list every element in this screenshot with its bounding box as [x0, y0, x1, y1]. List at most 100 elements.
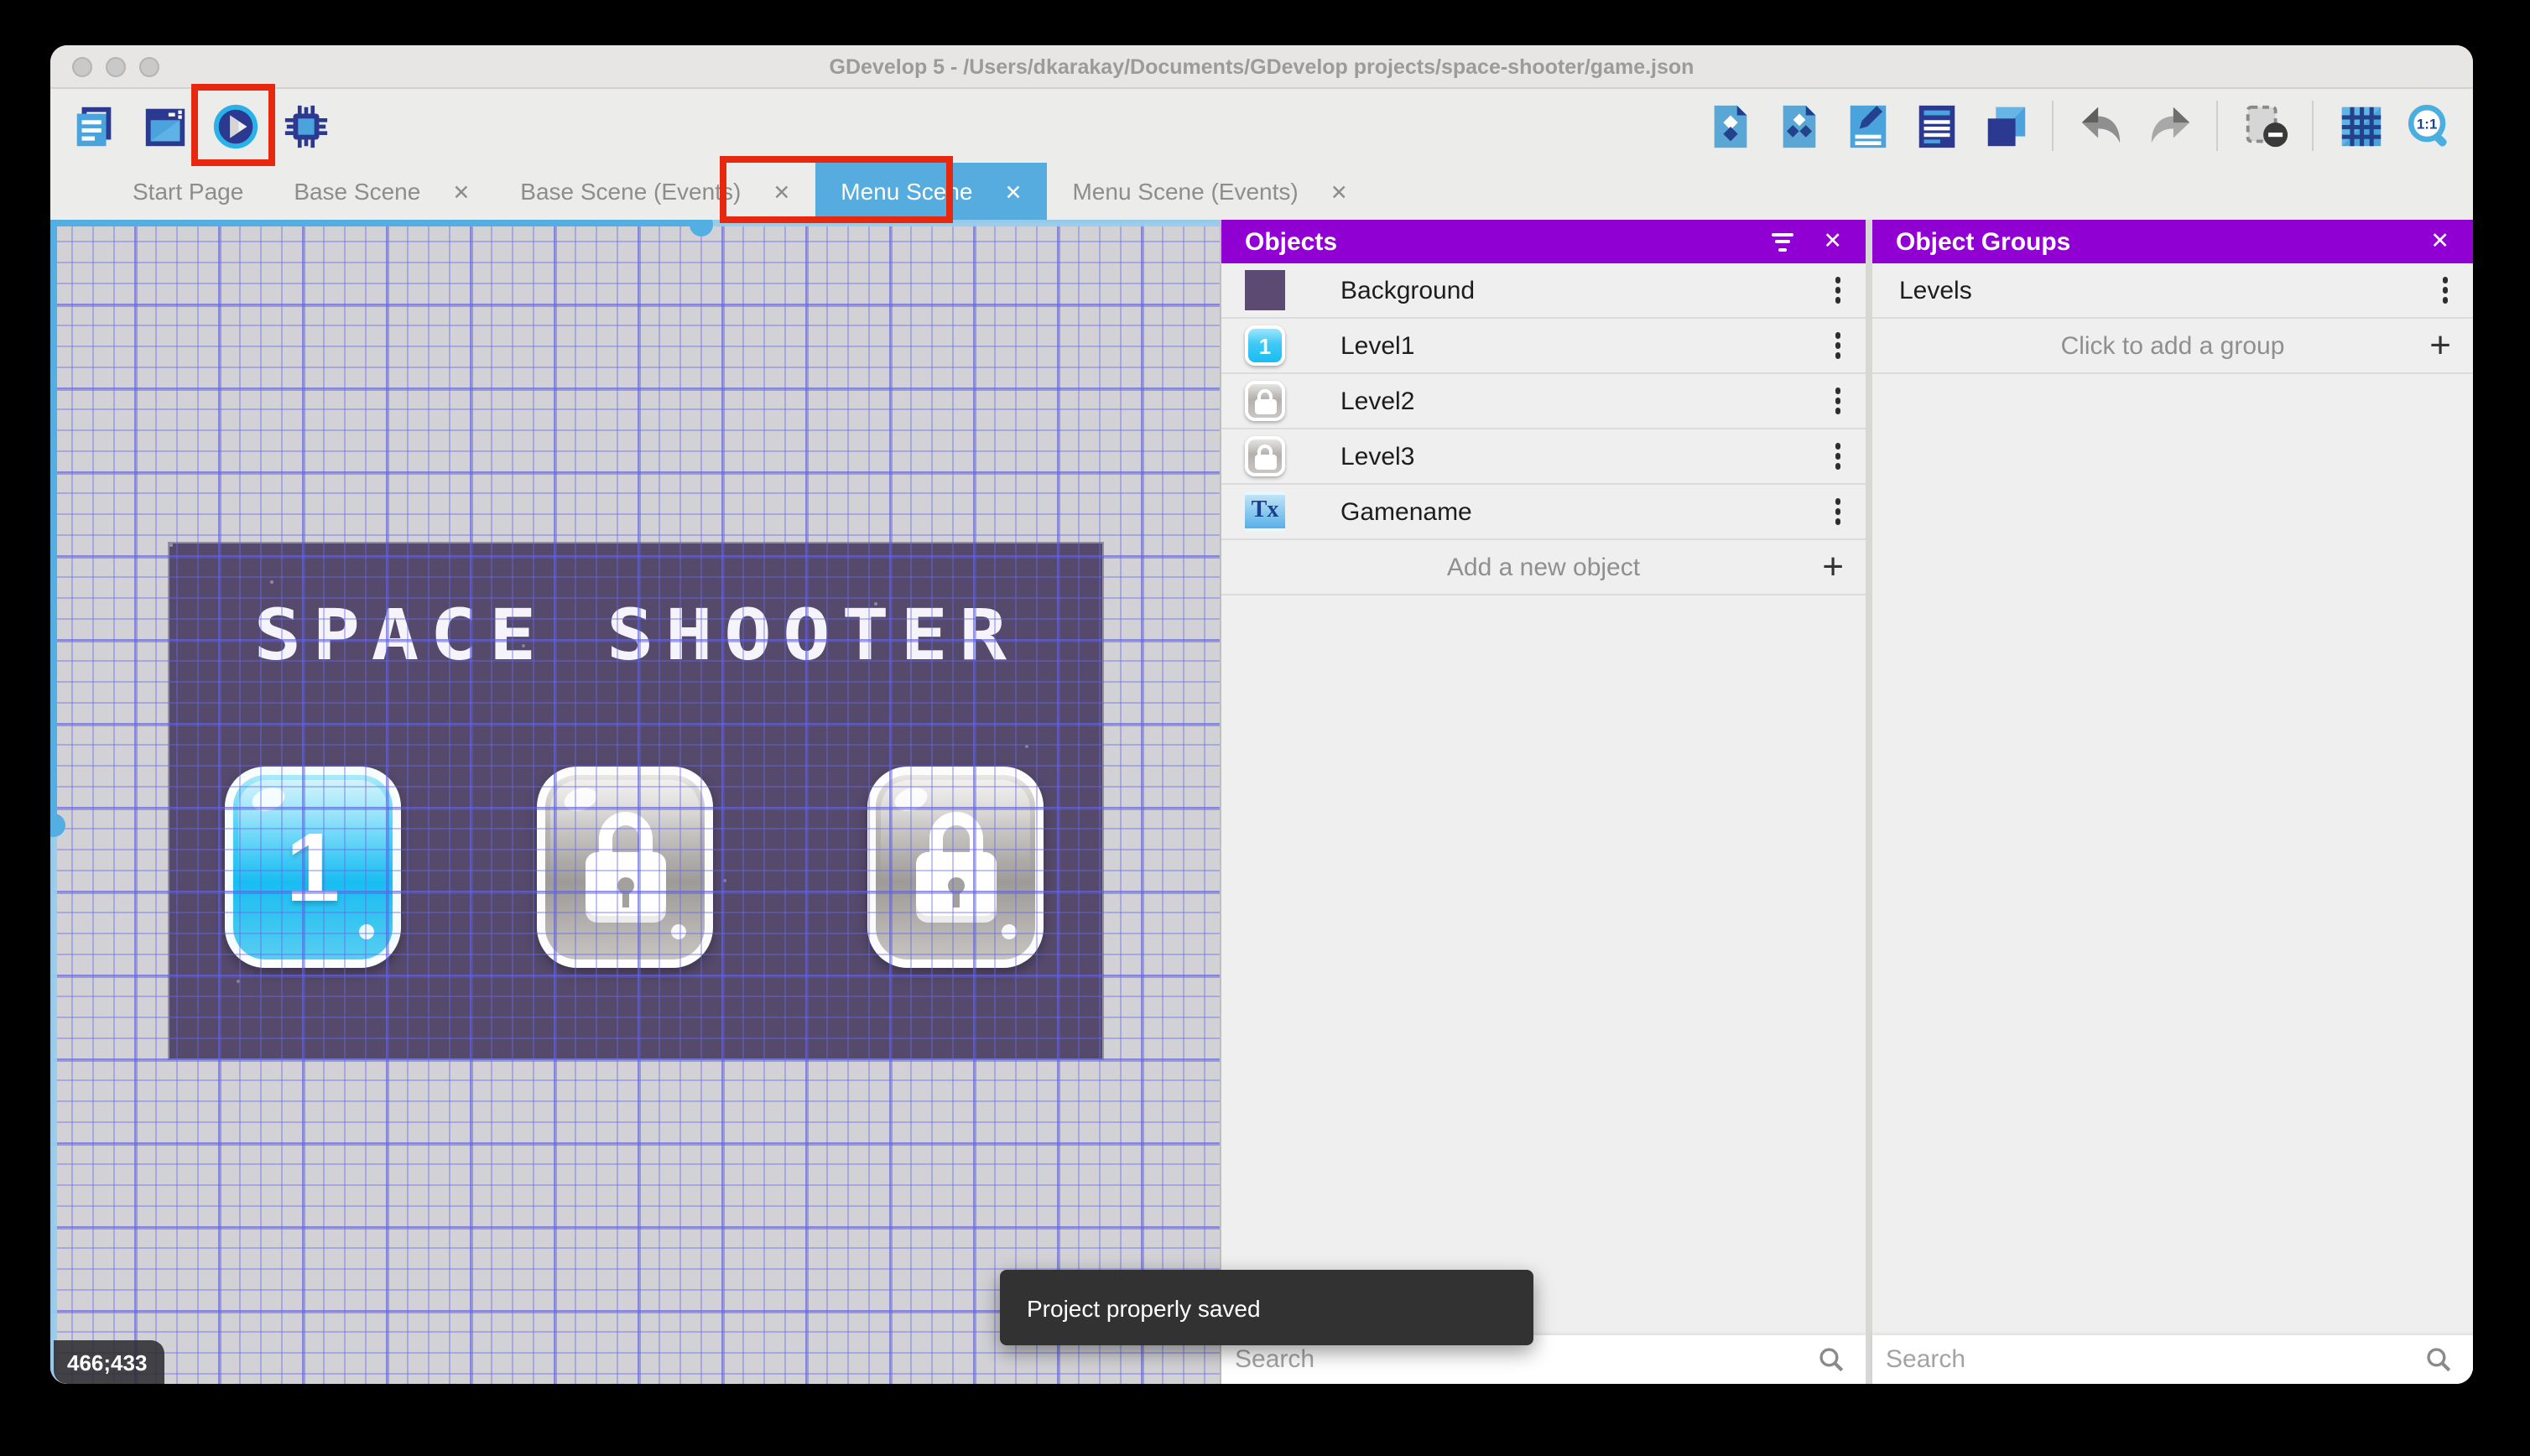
- gloss-highlight: [560, 783, 601, 815]
- object-name: Level2: [1340, 387, 1415, 415]
- tab-menu-scene[interactable]: Menu Scene ✕: [815, 163, 1048, 220]
- add-group-row[interactable]: Click to add a group +: [1872, 319, 2473, 374]
- open-objects-editor-button[interactable]: [1703, 99, 1757, 153]
- zoom-1-1-icon: 1:1: [2407, 103, 2446, 146]
- redo-button[interactable]: [2142, 99, 2196, 153]
- project-manager-icon: [75, 106, 111, 146]
- instances-list-icon: [1918, 104, 1955, 148]
- kebab-menu-icon[interactable]: [1835, 498, 1840, 525]
- toolbar-separator: [2216, 101, 2218, 151]
- grid-icon: [2340, 106, 2381, 146]
- group-name: Levels: [1899, 276, 1972, 304]
- object-row-level2[interactable]: Level2: [1221, 374, 1866, 429]
- tab-close-icon[interactable]: ✕: [773, 179, 790, 204]
- background-sprite-thumbnail: [1245, 270, 1285, 310]
- panels-divider[interactable]: [1866, 220, 1872, 1384]
- add-new-object-row[interactable]: Add a new object +: [1221, 540, 1866, 595]
- open-properties-button[interactable]: [1840, 99, 1894, 153]
- level2-button-instance[interactable]: [537, 767, 713, 968]
- objects-panel: Objects ✕ Background 1 Level1 Level2 Lev…: [1221, 220, 1866, 1384]
- content-area: SPACE SHOOTER 1 466;433 Objects ✕ Backgr…: [50, 220, 2473, 1384]
- lock-icon: [1254, 388, 1276, 413]
- tab-bar: Start Page Base Scene ✕ Base Scene (Even…: [50, 163, 2473, 220]
- tab-close-icon[interactable]: ✕: [452, 179, 470, 204]
- level1-button-thumbnail: 1: [1245, 325, 1285, 366]
- redo-icon: [2150, 106, 2189, 143]
- object-groups-panel: Object Groups ✕ Levels Click to add a gr…: [1872, 220, 2473, 1384]
- scene-title-text[interactable]: SPACE SHOOTER: [113, 594, 1158, 676]
- add-group-label: Click to add a group: [2060, 331, 2285, 360]
- objects-panel-title: Objects: [1245, 227, 1338, 256]
- plus-icon[interactable]: +: [1822, 548, 1844, 585]
- toolbar-left-group: [67, 99, 332, 153]
- scene-stars-decoration: [169, 543, 173, 547]
- object-groups-search-bar: [1872, 1335, 2473, 1384]
- object-groups-panel-header: Object Groups ✕: [1872, 220, 2473, 263]
- play-button[interactable]: [208, 99, 262, 153]
- open-layers-editor-button[interactable]: [1978, 99, 2032, 153]
- object-groups-panel-title: Object Groups: [1896, 227, 2071, 256]
- tab-start-page[interactable]: Start Page: [107, 163, 268, 220]
- object-row-level3[interactable]: Level3: [1221, 429, 1866, 485]
- object-row-gamename[interactable]: Tx Gamename: [1221, 485, 1866, 540]
- kebab-menu-icon[interactable]: [1835, 277, 1840, 304]
- undo-icon: [2080, 106, 2120, 143]
- level3-button-instance[interactable]: [867, 767, 1044, 968]
- object-name: Level1: [1340, 331, 1415, 360]
- search-icon: [1819, 1348, 1844, 1372]
- locked-button-thumbnail: [1245, 436, 1285, 476]
- vertical-scrollbar-knob[interactable]: [50, 814, 65, 837]
- close-object-groups-panel-icon[interactable]: ✕: [2430, 230, 2449, 253]
- gloss-dot: [1002, 924, 1017, 939]
- kebab-menu-icon[interactable]: [1835, 387, 1840, 414]
- zoom-original-button[interactable]: 1:1: [2402, 99, 2456, 153]
- tab-base-scene-events[interactable]: Base Scene (Events) ✕: [495, 163, 815, 220]
- kebab-menu-icon[interactable]: [1835, 332, 1840, 359]
- add-new-object-label: Add a new object: [1446, 553, 1641, 581]
- tab-close-icon[interactable]: ✕: [1330, 179, 1348, 204]
- gloss-highlight: [248, 783, 289, 815]
- save-toast: Project properly saved: [1000, 1270, 1533, 1345]
- tab-close-icon[interactable]: ✕: [1005, 179, 1023, 204]
- undo-button[interactable]: [2074, 99, 2127, 153]
- vertical-scrollbar[interactable]: [50, 220, 57, 834]
- scene-preview[interactable]: SPACE SHOOTER 1: [168, 542, 1104, 1060]
- object-row-background[interactable]: Background: [1221, 263, 1866, 319]
- level1-button-instance[interactable]: 1: [225, 767, 401, 968]
- tab-base-scene[interactable]: Base Scene ✕: [268, 163, 495, 220]
- window-title: GDevelop 5 - /Users/dkarakay/Documents/G…: [829, 55, 1694, 78]
- debug-button[interactable]: [279, 99, 332, 153]
- project-manager-button[interactable]: [67, 99, 121, 153]
- object-groups-search-input[interactable]: [1872, 1344, 2424, 1375]
- tab-label: Base Scene: [294, 178, 421, 205]
- toolbar-separator: [2312, 101, 2314, 151]
- group-row-levels[interactable]: Levels: [1872, 263, 2473, 319]
- tab-label: Base Scene (Events): [520, 178, 742, 205]
- open-instances-list-button[interactable]: [1909, 99, 1963, 153]
- main-toolbar: 1:1: [50, 89, 2473, 163]
- plus-icon[interactable]: +: [2429, 326, 2451, 364]
- object-row-level1[interactable]: 1 Level1: [1221, 319, 1866, 374]
- object-name: Background: [1340, 276, 1476, 304]
- objects-panel-header: Objects ✕: [1221, 220, 1866, 263]
- play-icon: [212, 103, 258, 148]
- toggle-grid-button[interactable]: [2334, 99, 2387, 153]
- tab-menu-scene-events[interactable]: Menu Scene (Events) ✕: [1047, 163, 1372, 220]
- horizontal-scrollbar-knob[interactable]: [690, 220, 713, 237]
- horizontal-scrollbar[interactable]: [50, 220, 701, 226]
- scene-canvas[interactable]: SPACE SHOOTER 1 466;433: [50, 220, 1220, 1384]
- object-groups-editor-icon: [1782, 104, 1815, 148]
- open-object-groups-editor-button[interactable]: [1772, 99, 1825, 153]
- kebab-menu-icon[interactable]: [2442, 277, 2448, 304]
- kebab-menu-icon[interactable]: [1835, 443, 1840, 470]
- objects-search-input[interactable]: [1221, 1344, 1817, 1375]
- object-name: Level3: [1340, 442, 1415, 471]
- search-icon: [2427, 1348, 2451, 1372]
- locked-button-thumbnail: [1245, 381, 1285, 421]
- toolbar-right-group: 1:1: [1703, 99, 2456, 153]
- close-objects-panel-icon[interactable]: ✕: [1823, 230, 1842, 253]
- toggle-window-mask-button[interactable]: [2238, 99, 2292, 153]
- filter-icon[interactable]: [1771, 232, 1793, 251]
- start-page-button[interactable]: [138, 99, 191, 153]
- tab-label: Menu Scene (Events): [1072, 178, 1299, 205]
